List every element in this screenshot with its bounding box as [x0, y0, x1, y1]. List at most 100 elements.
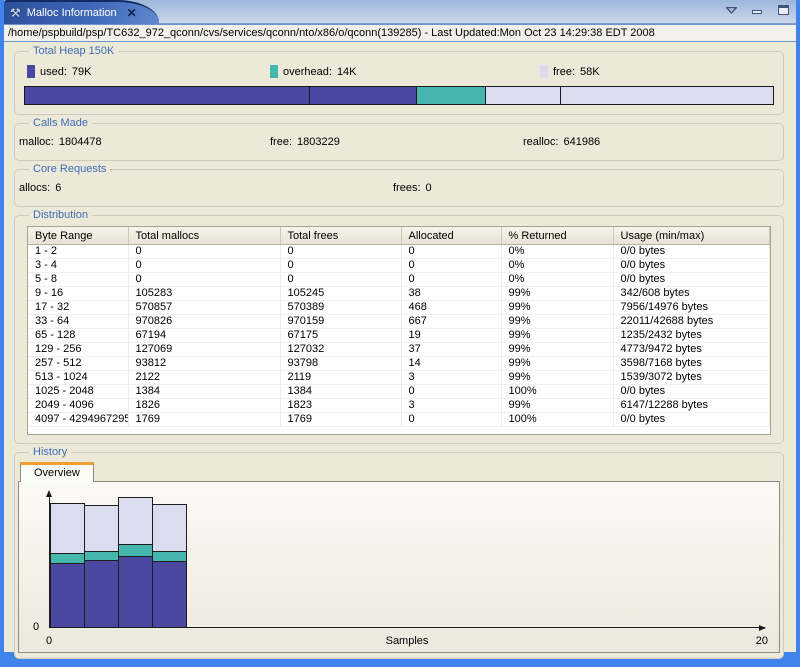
- history-bar: [152, 504, 187, 628]
- x-axis-start-label: 0: [46, 635, 53, 647]
- table-row[interactable]: 129 - 256 127069 127032 37 99% 4773/9472 byte…: [28, 342, 770, 357]
- total-heap-group: Total Heap 150K used: 79K overhead: 14K: [14, 45, 784, 115]
- table-row[interactable]: 1025 - 2048 1384 1384 0 100% 0/0 bytes: [28, 384, 770, 399]
- tab-malloc-information[interactable]: ⚒ Malloc Information ✕: [4, 0, 159, 24]
- chart-plot-area: 0 0 Samples 20: [33, 490, 768, 647]
- table-row[interactable]: 257 - 512 93812 93798 14 99% 3598/7168 bytes: [28, 356, 770, 371]
- history-bar-used-segment: [50, 562, 85, 628]
- table-cell: 2049 - 4096: [28, 398, 129, 413]
- table-cell: 99%: [501, 356, 614, 371]
- col-allocated[interactable]: Allocated: [401, 227, 502, 245]
- table-cell: 100%: [501, 412, 614, 427]
- heap-free-segment: [485, 87, 773, 104]
- table-cell: 4097 - 4294967295: [28, 412, 129, 427]
- table-cell: 0%: [501, 272, 614, 287]
- core-requests-group: Core Requests allocs: 6 frees: 0: [14, 163, 784, 207]
- table-cell: 99%: [501, 370, 614, 385]
- table-cell: 342/608 bytes: [613, 286, 770, 301]
- table-row[interactable]: 33 - 64 970826 970159 667 99% 22011/42688 byt…: [28, 314, 770, 329]
- legend-free-value: 58K: [580, 65, 600, 78]
- table-cell: 0: [401, 244, 502, 259]
- malloc-stat: malloc: 1804478: [19, 136, 102, 148]
- history-bar: [118, 496, 153, 628]
- history-bar: [84, 504, 119, 628]
- free-stat: free: 1803229: [270, 136, 340, 148]
- table-cell: 9 - 16: [28, 286, 129, 301]
- view-menu-chevron-down-icon[interactable]: [724, 4, 738, 16]
- table-cell: 0: [401, 258, 502, 273]
- table-cell: 105283: [128, 286, 281, 301]
- table-cell: 99%: [501, 328, 614, 343]
- legend-used-value: 79K: [71, 65, 92, 78]
- history-bar-free-segment: [50, 503, 85, 555]
- table-row[interactable]: 65 - 128 67194 67175 19 99% 1235/2432 bytes: [28, 328, 770, 343]
- table-cell: 99%: [501, 300, 614, 315]
- table-cell: 127069: [128, 342, 281, 357]
- table-cell: 38: [401, 286, 502, 301]
- col-percent-returned[interactable]: % Returned: [501, 227, 614, 245]
- y-axis-zero-label: 0: [33, 621, 40, 633]
- view-controls: [724, 4, 790, 16]
- col-total-frees[interactable]: Total frees: [280, 227, 402, 245]
- history-bar-used-segment: [118, 556, 153, 628]
- table-cell: 127032: [280, 342, 402, 357]
- col-total-mallocs[interactable]: Total mallocs: [128, 227, 281, 245]
- table-cell: 3: [401, 398, 502, 413]
- table-row[interactable]: 9 - 16 105283 105245 38 99% 342/608 bytes: [28, 286, 770, 301]
- tab-overview[interactable]: Overview: [20, 462, 94, 482]
- table-cell: 667: [401, 314, 502, 329]
- table-cell: 129 - 256: [28, 342, 129, 357]
- y-axis: [46, 490, 52, 628]
- history-group: History Overview 0 0 Samples 20: [14, 446, 784, 659]
- table-row[interactable]: 17 - 32 570857 570389 468 99% 7956/14976 byte…: [28, 300, 770, 315]
- table-row[interactable]: 4097 - 4294967295 1769 1769 0 100% 0/0 bytes: [28, 412, 770, 427]
- table-cell: 0/0 bytes: [613, 258, 770, 273]
- table-row[interactable]: 2049 - 4096 1826 1823 3 99% 6147/12288 bytes: [28, 398, 770, 413]
- table-row[interactable]: 5 - 8 0 0 0 0% 0/0 bytes: [28, 272, 770, 287]
- table-cell: 1826: [128, 398, 281, 413]
- malloc-information-view: ⚒ Malloc Information ✕ /home/pspbuild/ps…: [4, 0, 796, 659]
- breadcrumb-path-bar: /home/pspbuild/psp/TC632_972_qconn/cvs/s…: [4, 24, 796, 42]
- table-cell: 0%: [501, 258, 614, 273]
- table-cell: 0: [401, 384, 502, 399]
- table-filler: [28, 427, 770, 434]
- table-cell: 1823: [280, 398, 402, 413]
- heap-block-divider: [559, 87, 561, 104]
- distribution-group: Distribution Byte Range Total mallocs To…: [14, 209, 784, 444]
- x-axis: [49, 625, 766, 631]
- realloc-stat: realloc: 641986: [523, 136, 601, 148]
- history-chart: 0 0 Samples 20: [18, 481, 780, 653]
- table-header-row: Byte Range Total mallocs Total frees All…: [28, 227, 770, 245]
- table-cell: 970826: [128, 314, 281, 329]
- table-cell: 14: [401, 356, 502, 371]
- col-usage[interactable]: Usage (min/max): [613, 227, 770, 245]
- table-row[interactable]: 3 - 4 0 0 0 0% 0/0 bytes: [28, 258, 770, 273]
- table-cell: 105245: [280, 286, 402, 301]
- table-cell: 513 - 1024: [28, 370, 129, 385]
- col-byte-range[interactable]: Byte Range: [28, 227, 129, 245]
- distribution-table: Byte Range Total mallocs Total frees All…: [27, 226, 771, 435]
- table-cell: 0%: [501, 244, 614, 259]
- table-cell: 570389: [280, 300, 402, 315]
- close-icon[interactable]: ✕: [127, 6, 137, 20]
- x-axis-arrow-icon: [759, 625, 766, 631]
- legend-used: used: 79K: [27, 65, 92, 78]
- table-row[interactable]: 1 - 2 0 0 0 0% 0/0 bytes: [28, 244, 770, 259]
- minimize-icon[interactable]: [750, 4, 764, 16]
- table-cell: 1025 - 2048: [28, 384, 129, 399]
- used-swatch: [27, 65, 35, 78]
- table-cell: 99%: [501, 314, 614, 329]
- table-cell: 0: [280, 272, 402, 287]
- history-bar: [50, 503, 85, 628]
- table-cell: 22011/42688 bytes: [613, 314, 770, 329]
- legend-free-label: free:: [553, 65, 576, 78]
- table-row[interactable]: 513 - 1024 2122 2119 3 99% 1539/3072 bytes: [28, 370, 770, 385]
- maximize-icon[interactable]: [776, 4, 790, 16]
- overhead-swatch: [270, 65, 278, 78]
- table-cell: 1769: [280, 412, 402, 427]
- history-bar-used-segment: [84, 560, 119, 628]
- table-cell: 0: [401, 272, 502, 287]
- table-cell: 0/0 bytes: [613, 244, 770, 259]
- table-cell: 6147/12288 bytes: [613, 398, 770, 413]
- distribution-table-body: 1 - 2 0 0 0 0% 0/0 bytes 3 - 4 0 0 0 0% 0/0 bytes 5 …: [28, 244, 770, 427]
